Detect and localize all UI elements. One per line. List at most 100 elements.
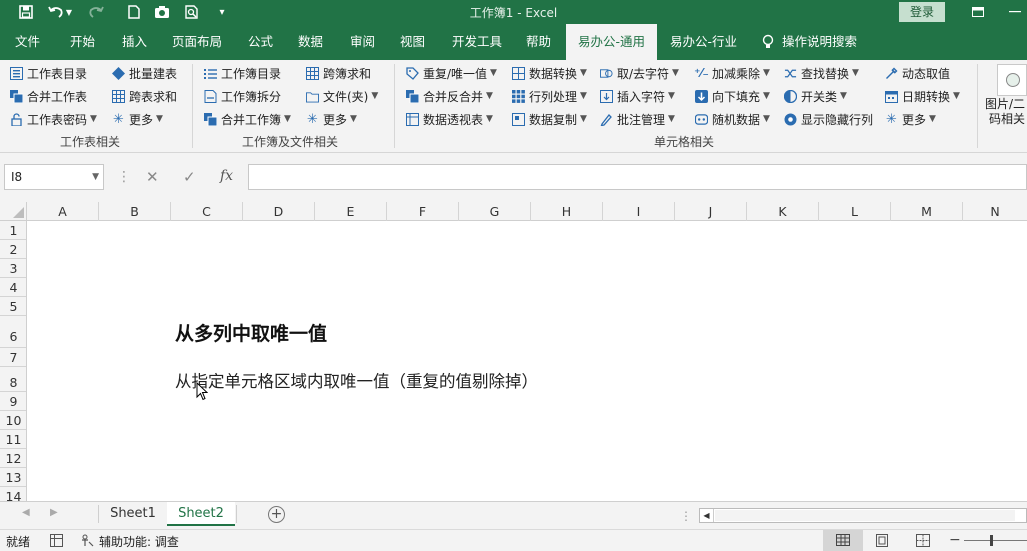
page-break-preview-icon[interactable] — [916, 534, 930, 550]
zoom-out-icon[interactable]: − — [949, 532, 961, 548]
merge-unmerge-button[interactable]: 合并反合并 ▼ — [406, 87, 493, 105]
group2-more-button[interactable]: ✳ 更多 ▼ — [306, 110, 357, 128]
add-sheet-icon[interactable]: + — [268, 506, 285, 523]
macro-record-icon[interactable] — [50, 534, 64, 550]
merge-sheets-button[interactable]: 合并工作表 — [10, 87, 87, 105]
row-header-6[interactable]: 6 — [0, 316, 26, 348]
tell-me-search[interactable]: 操作说明搜索 — [762, 24, 857, 60]
sheet-tab-sheet1[interactable]: Sheet1 — [100, 502, 166, 526]
dots-handle-icon[interactable]: ⋮ — [117, 169, 131, 185]
column-header-d[interactable]: D — [243, 202, 315, 221]
tab-file[interactable]: 文件 — [15, 24, 40, 60]
column-header-g[interactable]: G — [459, 202, 531, 221]
group1-more-button[interactable]: ✳ 更多 ▼ — [112, 110, 163, 128]
minimize-icon[interactable] — [1003, 2, 1027, 22]
column-header-c[interactable]: C — [171, 202, 243, 221]
merge-workbooks-button[interactable]: 合并工作簿 ▼ — [204, 110, 291, 128]
row-header-12[interactable]: 12 — [0, 449, 26, 468]
cell-c8-subtext[interactable]: 从指定单元格区域内取唯一值（重复的值剔除掉） — [175, 368, 538, 392]
toggle-options-button[interactable]: 开关类 ▼ — [784, 87, 847, 105]
data-conversion-button[interactable]: 数据转换 ▼ — [512, 64, 587, 82]
check-icon[interactable]: ✓ — [183, 168, 196, 186]
tab-view[interactable]: 视图 — [400, 24, 425, 60]
row-header-5[interactable]: 5 — [0, 297, 26, 316]
chevron-down-icon[interactable]: ▼ — [92, 172, 99, 182]
ribbon-display-options-icon[interactable] — [966, 2, 990, 22]
column-header-j[interactable]: J — [675, 202, 747, 221]
tab-easyoffice-general[interactable]: 易办公-通用 — [566, 24, 658, 60]
login-button[interactable]: 登录 — [899, 2, 945, 22]
column-header-a[interactable]: A — [27, 202, 99, 221]
page-layout-view-icon[interactable] — [875, 534, 889, 550]
scroll-left-arrow-icon[interactable]: ◀ — [700, 509, 714, 522]
duplicate-unique-button[interactable]: 重复/唯一值 ▼ — [406, 64, 497, 82]
sheet-directory-button[interactable]: 工作表目录 — [10, 64, 87, 82]
group3-more-button[interactable]: ✳ 更多 ▼ — [885, 110, 936, 128]
row-header-3[interactable]: 3 — [0, 259, 26, 278]
horizontal-scrollbar[interactable]: ◀ — [699, 508, 1027, 523]
cancel-icon[interactable]: ✕ — [146, 168, 159, 186]
cross-sheet-sum-button[interactable]: 跨表求和 — [112, 87, 177, 105]
dynamic-value-button[interactable]: 动态取值 — [885, 64, 950, 82]
extract-remove-chars-button[interactable]: 取/去字符 ▼ — [600, 64, 679, 82]
comment-management-button[interactable]: 批注管理 ▼ — [600, 110, 675, 128]
tab-home[interactable]: 开始 — [70, 24, 95, 60]
row-header-7[interactable]: 7 — [0, 348, 26, 367]
pivot-table-button[interactable]: 数据透视表 ▼ — [406, 110, 493, 128]
file-folder-button[interactable]: 文件(夹) ▼ — [306, 87, 378, 105]
column-header-i[interactable]: I — [603, 202, 675, 221]
image-qrcode-button[interactable] — [997, 64, 1027, 96]
row-column-processing-button[interactable]: 行列处理 ▼ — [512, 87, 587, 105]
zoom-slider-thumb[interactable] — [990, 535, 993, 546]
tab-help[interactable]: 帮助 — [526, 24, 551, 60]
batch-create-sheets-button[interactable]: 批量建表 — [112, 64, 177, 82]
column-header-h[interactable]: H — [531, 202, 603, 221]
column-header-m[interactable]: M — [891, 202, 963, 221]
tab-developer[interactable]: 开发工具 — [452, 24, 502, 60]
accessibility-status[interactable]: 辅助功能: 调查 — [99, 533, 179, 550]
cell-c6-heading[interactable]: 从多列中取唯一值 — [175, 319, 327, 346]
row-header-10[interactable]: 10 — [0, 411, 26, 430]
normal-view-button[interactable] — [823, 530, 863, 551]
row-header-9[interactable]: 9 — [0, 392, 26, 411]
random-data-button[interactable]: 随机数据 ▼ — [695, 110, 770, 128]
cross-workbook-sum-button[interactable]: 跨簿求和 — [306, 64, 371, 82]
sheet-password-button[interactable]: 工作表密码 ▼ — [10, 110, 97, 128]
find-replace-button[interactable]: 查找替换 ▼ — [784, 64, 859, 82]
row-header-4[interactable]: 4 — [0, 278, 26, 297]
fill-down-button[interactable]: 向下填充 ▼ — [695, 87, 770, 105]
row-header-8[interactable]: 8 — [0, 367, 26, 392]
column-header-e[interactable]: E — [315, 202, 387, 221]
show-hide-rows-columns-button[interactable]: 显示隐藏行列 — [784, 110, 873, 128]
tab-data[interactable]: 数据 — [298, 24, 323, 60]
column-header-b[interactable]: B — [99, 202, 171, 221]
tab-easyoffice-industry[interactable]: 易办公-行业 — [670, 24, 737, 60]
column-header-k[interactable]: K — [747, 202, 819, 221]
column-header-n[interactable]: N — [963, 202, 1027, 221]
scrollbar-thumb[interactable] — [715, 510, 1015, 521]
sheet-tab-sheet2[interactable]: Sheet2 — [167, 502, 235, 526]
scroll-left-icon[interactable]: ◀ — [22, 507, 30, 518]
tab-formulas[interactable]: 公式 — [248, 24, 273, 60]
column-header-l[interactable]: L — [819, 202, 891, 221]
formula-input[interactable] — [248, 164, 1027, 190]
row-header-2[interactable]: 2 — [0, 240, 26, 259]
tab-page-layout[interactable]: 页面布局 — [172, 24, 222, 60]
date-conversion-button[interactable]: 日期转换 ▼ — [885, 87, 960, 105]
insert-function-icon[interactable]: fx — [220, 168, 233, 184]
cell-grid[interactable]: 从多列中取唯一值 从指定单元格区域内取唯一值（重复的值剔除掉） — [27, 221, 1027, 501]
arithmetic-button[interactable]: ⁺⁄₋ 加减乘除 ▼ — [694, 64, 770, 82]
split-workbook-button[interactable]: 工作簿拆分 — [204, 87, 281, 105]
scroll-right-icon[interactable]: ▶ — [50, 507, 58, 518]
workbook-directory-button[interactable]: 工作簿目录 — [204, 64, 281, 82]
insert-chars-button[interactable]: 插入字符 ▼ — [600, 87, 675, 105]
name-box[interactable]: I8 ▼ — [4, 164, 104, 190]
select-all-button[interactable] — [0, 202, 27, 221]
row-header-11[interactable]: 11 — [0, 430, 26, 449]
row-header-1[interactable]: 1 — [0, 221, 26, 240]
data-copy-button[interactable]: 数据复制 ▼ — [512, 110, 587, 128]
dots-handle-icon[interactable]: ⋮ — [680, 509, 692, 523]
tab-insert[interactable]: 插入 — [122, 24, 147, 60]
zoom-slider[interactable] — [964, 540, 1027, 541]
row-header-14[interactable]: 14 — [0, 487, 26, 501]
